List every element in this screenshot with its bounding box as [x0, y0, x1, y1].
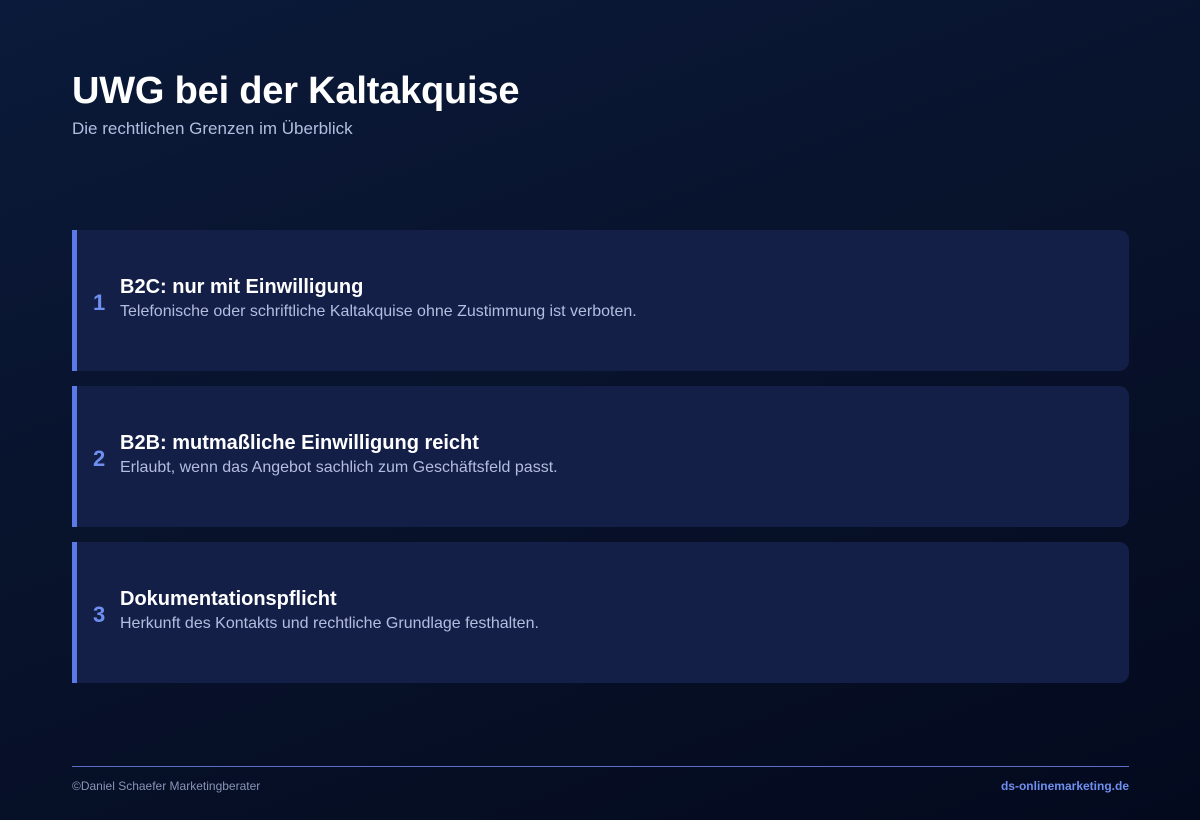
- rule-number: 2: [93, 446, 106, 471]
- rule-number: 1: [93, 290, 106, 315]
- rule-title: Dokumentationspflicht: [120, 588, 337, 610]
- rule-content: Dokumentationspflicht Herkunft des Konta…: [120, 587, 1109, 634]
- rule-content: B2C: nur mit Einwilligung Telefonische o…: [120, 275, 1109, 322]
- page-subtitle: Die rechtlichen Grenzen im Überblick: [72, 119, 353, 138]
- header: UWG bei der Kaltakquise Die rechtlichen …: [72, 68, 1128, 140]
- rule-description: Telefonische oder schriftliche Kaltakqui…: [120, 303, 637, 320]
- footer-divider: [72, 766, 1129, 767]
- page-title: UWG bei der Kaltakquise: [72, 70, 520, 112]
- rules-list: 1 B2C: nur mit Einwilligung Telefonische…: [72, 230, 1129, 698]
- rule-card-b2c: 1 B2C: nur mit Einwilligung Telefonische…: [72, 230, 1129, 371]
- footer-copyright: ©Daniel Schaefer Marketingberater: [72, 779, 261, 793]
- rule-number: 3: [93, 602, 106, 627]
- rule-title: B2B: mutmaßliche Einwilligung reicht: [120, 432, 479, 454]
- rule-card-documentation: 3 Dokumentationspflicht Herkunft des Kon…: [72, 542, 1129, 683]
- footer-website-link[interactable]: ds-onlinemarketing.de: [1001, 779, 1129, 793]
- rule-title: B2C: nur mit Einwilligung: [120, 276, 364, 298]
- rule-description: Erlaubt, wenn das Angebot sachlich zum G…: [120, 459, 558, 476]
- rule-card-b2b: 2 B2B: mutmaßliche Einwilligung reicht E…: [72, 386, 1129, 527]
- rule-content: B2B: mutmaßliche Einwilligung reicht Erl…: [120, 431, 1109, 478]
- rule-description: Herkunft des Kontakts und rechtliche Gru…: [120, 615, 539, 632]
